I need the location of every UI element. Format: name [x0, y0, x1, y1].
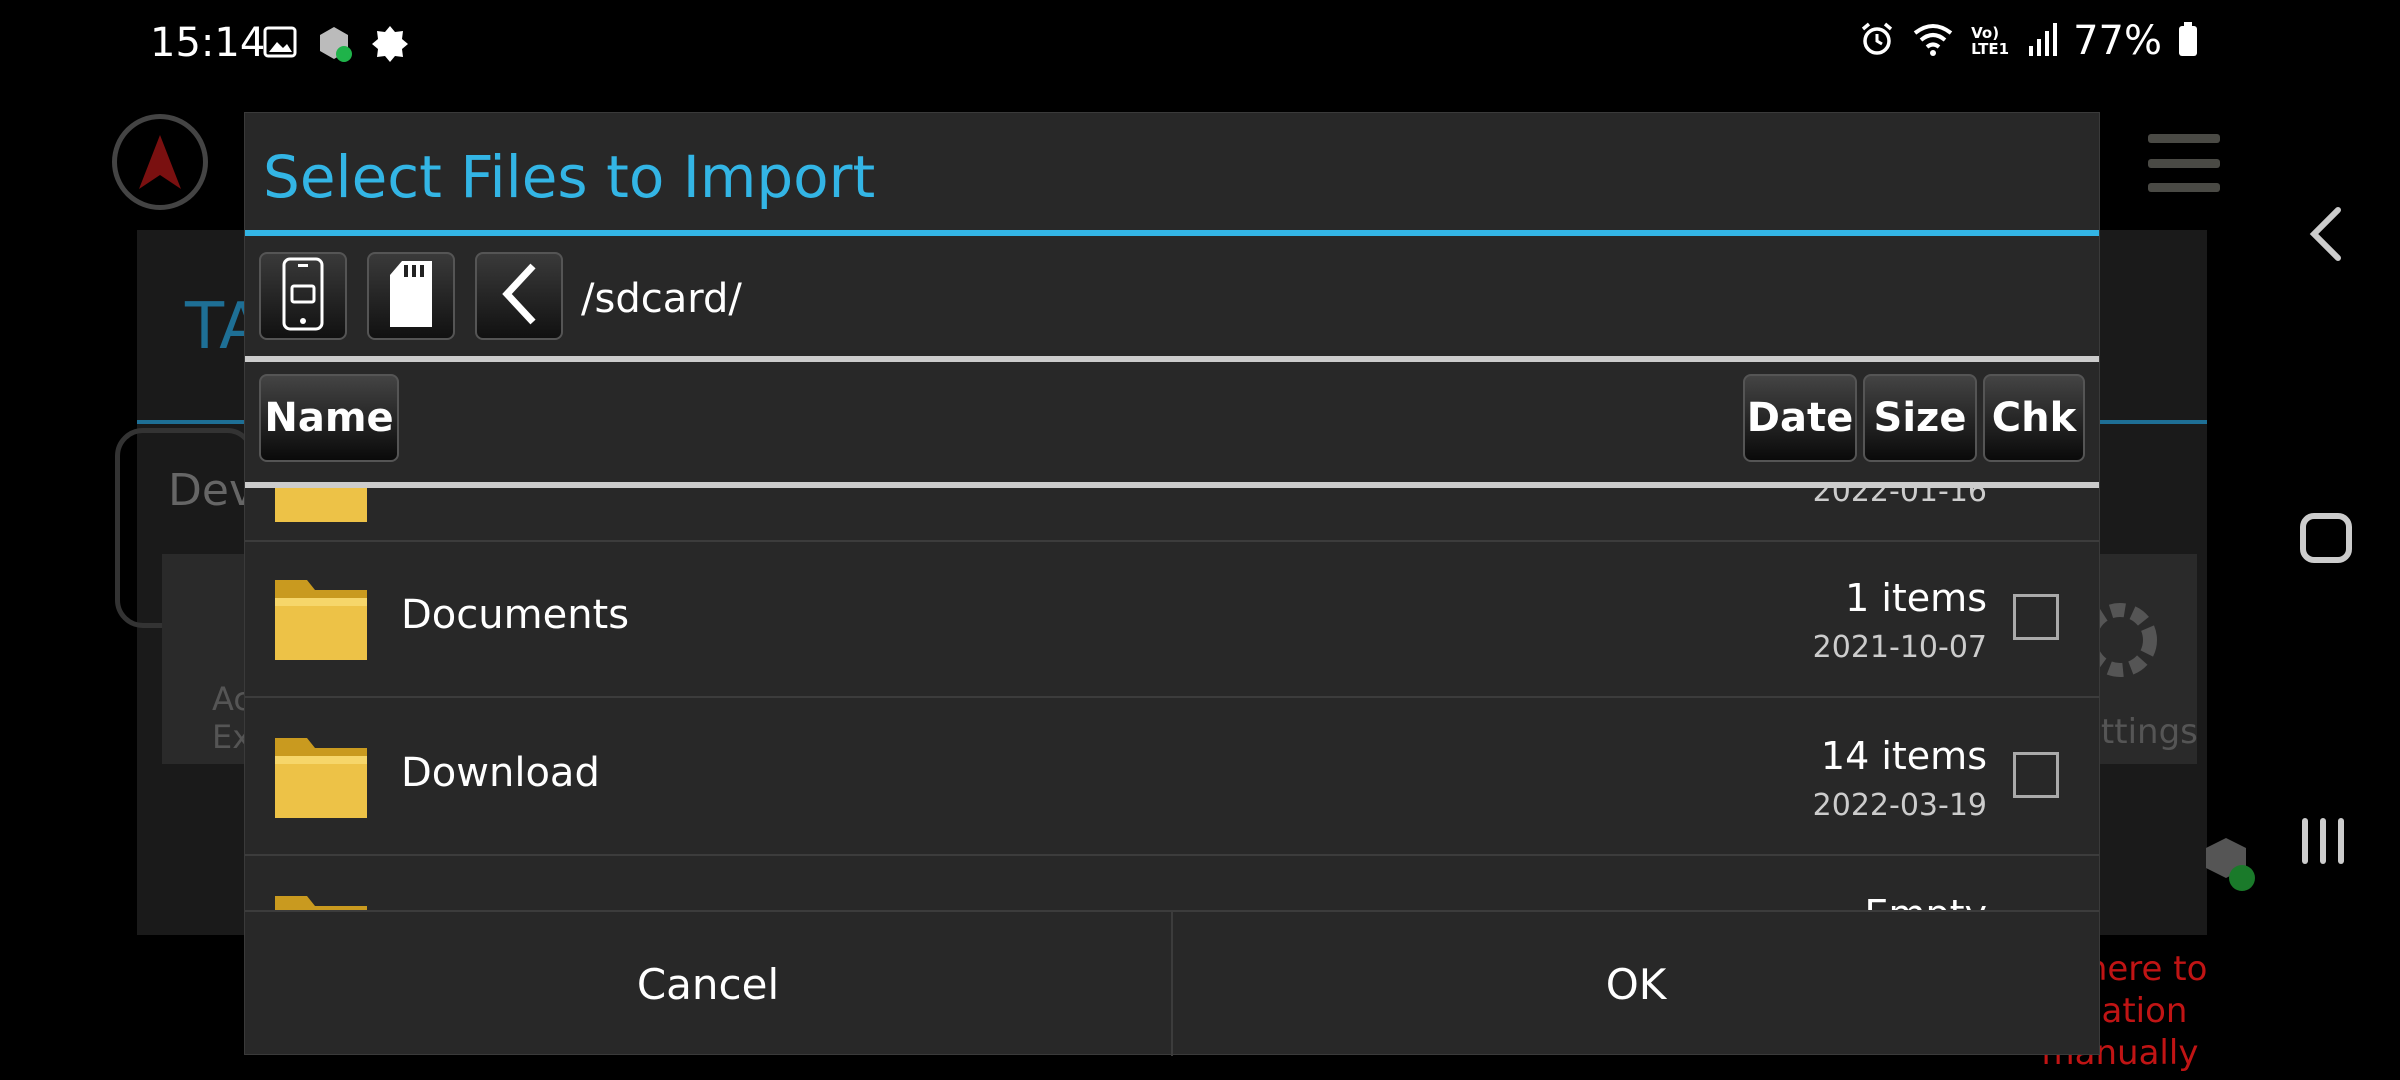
gallery-icon: [262, 24, 298, 68]
file-date: 2021-10-07: [1812, 630, 1987, 665]
folder-icon: [273, 576, 369, 666]
sort-name-button[interactable]: Name: [259, 374, 399, 462]
signal-icon: [2027, 22, 2058, 60]
file-count: 1 items: [1845, 576, 1987, 620]
file-checkbox[interactable]: [2013, 752, 2059, 798]
menu-icon[interactable]: [2148, 134, 2220, 192]
check-all-button[interactable]: Chk: [1983, 374, 2085, 462]
file-name: Documents: [401, 592, 630, 638]
column-header-row: Name Date Size Chk: [245, 362, 2099, 482]
folder-icon: [273, 488, 369, 528]
background-device-label: Dev: [168, 465, 255, 516]
sort-size-button[interactable]: Size: [1863, 374, 1977, 462]
wifi-icon: [1911, 21, 1955, 61]
dialog-button-bar: Cancel OK: [245, 910, 2099, 1056]
nav-home-icon[interactable]: [2300, 513, 2352, 563]
sort-date-button[interactable]: Date: [1743, 374, 1857, 462]
nav-back-icon[interactable]: [2308, 206, 2342, 266]
nav-recents-icon[interactable]: [2302, 818, 2344, 864]
sd-card-icon: [386, 259, 436, 333]
lte-icon: Vo) LTE1: [1971, 24, 2010, 58]
list-item[interactable]: Download 14 items 2022-03-19: [245, 698, 2099, 856]
file-checkbox[interactable]: [2013, 594, 2059, 640]
compass-icon[interactable]: [112, 114, 208, 210]
cancel-button[interactable]: Cancel: [245, 912, 1171, 1056]
path-toolbar: /sdcard/: [245, 236, 2099, 356]
ok-button[interactable]: OK: [1171, 912, 2099, 1056]
file-name: Download: [401, 750, 600, 796]
back-chevron-icon: [499, 262, 539, 330]
list-item[interactable]: Documents 1 items 2021-10-07: [245, 540, 2099, 698]
back-button[interactable]: [475, 252, 563, 340]
file-count: Empty: [1864, 892, 1987, 910]
battery-percent: 77%: [2073, 18, 2162, 64]
file-date: 2022-01-16: [1812, 488, 1987, 509]
file-count: 14 items: [1820, 734, 1987, 778]
import-dialog: Select Files to Import /sdcard/ Name Dat…: [244, 112, 2100, 1056]
phone-storage-button[interactable]: [259, 252, 347, 340]
phone-storage-icon: [278, 256, 328, 336]
list-item[interactable]: Empty: [245, 856, 2099, 910]
file-list[interactable]: 2022-01-16 Documents 1 items 2021-10-07 …: [245, 488, 2099, 910]
current-path: /sdcard/: [581, 276, 742, 322]
sd-card-button[interactable]: [367, 252, 455, 340]
dialog-title: Select Files to Import: [263, 143, 876, 211]
battery-icon: [2178, 21, 2198, 61]
notification-badge-icon: [370, 24, 410, 68]
tak-status-icon: [2202, 834, 2258, 898]
status-time: 15:14: [150, 20, 266, 66]
list-item[interactable]: 2022-01-16: [245, 488, 2099, 542]
alarm-icon: [1859, 21, 1895, 61]
status-left-icons: [262, 24, 410, 68]
app-tak-icon: [314, 24, 354, 68]
file-date: 2022-03-19: [1812, 788, 1987, 823]
folder-icon: [273, 892, 369, 910]
folder-icon: [273, 734, 369, 824]
status-bar: 15:14 Vo) LTE1 77%: [0, 0, 2400, 90]
status-right-icons: Vo) LTE1 77%: [1859, 18, 2198, 64]
